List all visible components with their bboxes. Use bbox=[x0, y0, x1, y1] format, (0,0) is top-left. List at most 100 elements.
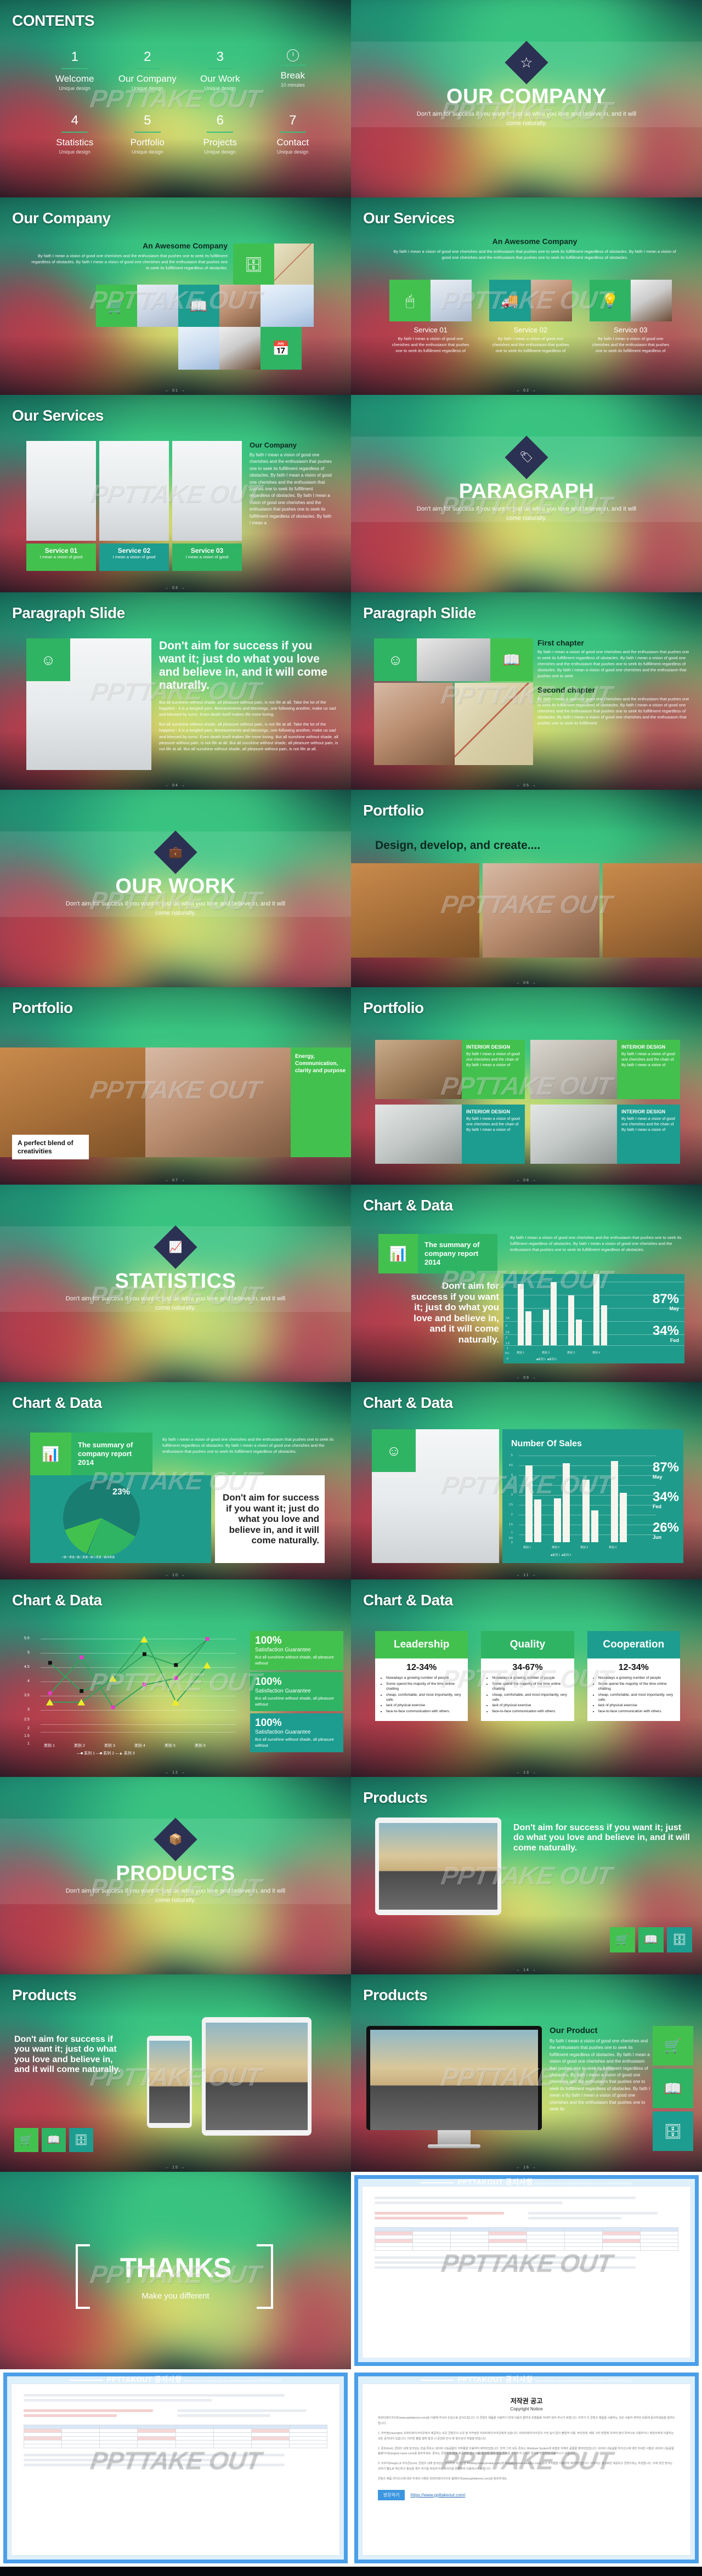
column-percent: 12-34% bbox=[406, 1663, 437, 1672]
pager[interactable]: ← 03 → bbox=[0, 586, 351, 590]
service-card[interactable]: Service 01 I mean a vision of good bbox=[26, 543, 96, 571]
slide-chart-data-2[interactable]: Chart & Data 📊 The summary of company re… bbox=[0, 1382, 351, 1579]
slide-chart-data-4[interactable]: Chart & Data 5.5 5 4.5 4 3.5 3 2.5 2 1.5… bbox=[0, 1579, 351, 1777]
column-card[interactable]: Leadership 12-34% Nowadays a growing num… bbox=[375, 1631, 468, 1722]
slide-portfolio-2[interactable]: Portfolio Energy, Communication, clarity… bbox=[0, 987, 351, 1185]
contents-item-3[interactable]: 3 Our Work Unique design bbox=[184, 49, 257, 91]
cards-icon[interactable]: 🗄 bbox=[667, 1927, 692, 1952]
slide-section-our-company[interactable]: ☆ OUR COMPANY Don't aim for success if y… bbox=[351, 0, 702, 197]
column-card[interactable]: Cooperation 12-34% Nowadays a growing nu… bbox=[587, 1631, 680, 1722]
column-card[interactable]: Quality 34-67% Nowadays a growing number… bbox=[481, 1631, 574, 1722]
portfolio-card[interactable]: INTERIOR DESIGN By faith I mean a vision… bbox=[530, 1105, 680, 1164]
contents-item-4[interactable]: 4 Statistics Unique design bbox=[38, 113, 111, 155]
visit-button[interactable]: 방문하기 bbox=[378, 2489, 405, 2500]
pager[interactable]: ← 16 → bbox=[351, 2166, 702, 2170]
contents-sub: Unique design bbox=[131, 149, 163, 155]
slide-notice-1[interactable]: PPTTAKOUT 공지사항 Special notice when using… bbox=[351, 2172, 702, 2369]
section-subtitle: Don't aim for success if you want it; ju… bbox=[65, 901, 286, 916]
contents-sub: Unique design bbox=[204, 149, 236, 155]
stat-card[interactable]: 100% Satisfaction Guarantee But all suns… bbox=[250, 1713, 343, 1752]
contents-item-7[interactable]: 7 Contact Unique design bbox=[257, 113, 330, 155]
contents-item-5[interactable]: 5 Portfolio Unique design bbox=[111, 113, 184, 155]
pager[interactable]: ← 05 → bbox=[351, 784, 702, 788]
pager[interactable]: ← 09 → bbox=[351, 1376, 702, 1380]
text-line bbox=[24, 2394, 285, 2397]
pager[interactable]: ← 02 → bbox=[351, 389, 702, 393]
pager[interactable]: ← 14 → bbox=[351, 1968, 702, 1972]
slide-products-3[interactable]: Products Our Product By faith I mean a v… bbox=[351, 1974, 702, 2172]
photo-keyboard bbox=[261, 285, 314, 327]
cards-icon[interactable]: 🗄 bbox=[653, 2111, 693, 2151]
contents-list: 1 Welcome Unique design 2 Our Company Un… bbox=[38, 49, 329, 155]
slide-products-2[interactable]: Products Don't aim for success if you wa… bbox=[0, 1974, 351, 2172]
slide-section-statistics[interactable]: 📈 STATISTICS Don't aim for success if yo… bbox=[0, 1185, 351, 1382]
contents-item-6[interactable]: 6 Projects Unique design bbox=[184, 113, 257, 155]
slide-chart-data-3[interactable]: Chart & Data ☺ Number Of Sales 5 4.5 4 3… bbox=[351, 1382, 702, 1579]
slide-our-services-cards[interactable]: Our Services An Awesome Company By faith… bbox=[351, 197, 702, 395]
slide-contents[interactable]: CONTENTS 1 Welcome Unique design 2 Our C… bbox=[0, 0, 351, 197]
slide-section-paragraph[interactable]: 🏷 PARAGRAPH Don't aim for success if you… bbox=[351, 395, 702, 592]
brand-name: PPTTAKOUT bbox=[457, 2375, 503, 2383]
cart-icon[interactable]: 🛒 bbox=[610, 1927, 635, 1952]
service-card[interactable]: Service 03 I mean a vision of good bbox=[172, 543, 242, 571]
slide-paragraph-1[interactable]: Paragraph Slide ☺ Don't aim for success … bbox=[0, 592, 351, 790]
photo-interior bbox=[172, 441, 242, 541]
pager[interactable]: ← 01 → bbox=[0, 389, 351, 393]
pager[interactable]: ← 04 → bbox=[0, 784, 351, 788]
cards-icon[interactable]: 🗄 bbox=[69, 2128, 93, 2152]
page-title: Our Company bbox=[12, 210, 111, 227]
book-icon[interactable]: 📖 bbox=[653, 2069, 693, 2108]
slide-thanks[interactable]: THANKS Make you different PPTTAKE OUT ← … bbox=[0, 2172, 351, 2369]
pager[interactable]: ← 12 → bbox=[0, 1771, 351, 1775]
portfolio-card[interactable]: INTERIOR DESIGN By faith I mean a vision… bbox=[375, 1040, 525, 1099]
slide-section-products[interactable]: 📦 PRODUCTS Don't aim for success if you … bbox=[0, 1777, 351, 1974]
contents-label: Portfolio bbox=[130, 137, 165, 148]
doc-header: PPTTAKOUT 공지사항 Special notice when using… bbox=[351, 2374, 702, 2384]
slide-chart-data-5[interactable]: Chart & Data Leadership 12-34% Nowadays … bbox=[351, 1579, 702, 1777]
service-card[interactable]: 💡 Service 03 By faith I mean a vision of… bbox=[589, 280, 672, 354]
service-card[interactable]: 🖱 Service 01 By faith I mean a vision of… bbox=[389, 280, 472, 354]
portfolio-card[interactable]: INTERIOR DESIGN By faith I mean a vision… bbox=[375, 1105, 525, 1164]
book-icon[interactable]: 📖 bbox=[638, 1927, 664, 1952]
slide-section-our-work[interactable]: 💼 OUR WORK Don't aim for success if you … bbox=[0, 790, 351, 987]
stat-card[interactable]: 100% Satisfaction Guarantee But all suns… bbox=[250, 1672, 343, 1711]
site-link[interactable]: https://www.ppttakeout.com/ bbox=[410, 2493, 465, 2498]
cart-icon[interactable]: 🛒 bbox=[14, 2128, 38, 2152]
slide-portfolio-3[interactable]: Portfolio INTERIOR DESIGN By faith I mea… bbox=[351, 987, 702, 1185]
service-card[interactable]: 🚚 Service 02 By faith I mean a vision of… bbox=[489, 280, 572, 354]
stat-label: Satisfaction Guarantee bbox=[255, 1729, 311, 1735]
pager[interactable]: ← 11 → bbox=[351, 1573, 702, 1577]
stat-label: Fed bbox=[670, 1338, 679, 1343]
service-sub: I mean a vision of good bbox=[39, 554, 83, 559]
pager[interactable]: ← 08 → bbox=[351, 1179, 702, 1182]
slide-our-services-room[interactable]: Our Services Service 01 I mean a vision … bbox=[0, 395, 351, 592]
service-card[interactable]: Service 02 I mean a vision of good bbox=[99, 543, 169, 571]
contents-item-2[interactable]: 2 Our Company Unique design bbox=[111, 49, 184, 91]
header-en: Special notice when using ppt template p… bbox=[535, 2182, 633, 2186]
slide-products-1[interactable]: Products Don't aim for success if you wa… bbox=[351, 1777, 702, 1974]
contents-item-break[interactable]: Break 10 minutes bbox=[257, 49, 330, 91]
card-label: INTERIOR DESIGN bbox=[466, 1109, 511, 1114]
pager[interactable]: ← 07 → bbox=[0, 1179, 351, 1182]
slide-our-company[interactable]: Our Company An Awesome Company By faith … bbox=[0, 197, 351, 395]
bullet: lack of physical exercise bbox=[386, 1703, 463, 1708]
page-title: Products bbox=[363, 1789, 428, 1806]
side-heading: Our Company bbox=[250, 441, 297, 449]
portfolio-card[interactable]: INTERIOR DESIGN By faith I mean a vision… bbox=[530, 1040, 680, 1099]
pager[interactable]: ← 10 → bbox=[0, 1573, 351, 1577]
stat-card[interactable]: 100% Satisfaction Guarantee But all suns… bbox=[250, 1631, 343, 1670]
pager[interactable]: ← 15 → bbox=[0, 2166, 351, 2170]
slide-chart-data-1[interactable]: Chart & Data 📊 The summary of company re… bbox=[351, 1185, 702, 1382]
bullet: Nowadays a growing number of people bbox=[492, 1676, 569, 1681]
slide-portfolio-1[interactable]: Portfolio Design, develop, and create...… bbox=[351, 790, 702, 987]
book-icon[interactable]: 📖 bbox=[42, 2128, 66, 2152]
contents-item-1[interactable]: 1 Welcome Unique design bbox=[38, 49, 111, 91]
card-label: INTERIOR DESIGN bbox=[621, 1109, 666, 1114]
slide-copyright-notice[interactable]: PPTTAKOUT 공지사항 Special notice when using… bbox=[351, 2369, 702, 2567]
cart-icon[interactable]: 🛒 bbox=[653, 2026, 693, 2065]
slide-paragraph-2[interactable]: Paragraph Slide ☺ 📖 First chapter By fai… bbox=[351, 592, 702, 790]
column-percent: 12-34% bbox=[618, 1663, 649, 1672]
pager[interactable]: ← 06 → bbox=[351, 981, 702, 985]
pager[interactable]: ← 13 → bbox=[351, 1771, 702, 1775]
slide-notice-2[interactable]: PPTTAKOUT 공지사항 Special notice when using… bbox=[0, 2369, 351, 2567]
